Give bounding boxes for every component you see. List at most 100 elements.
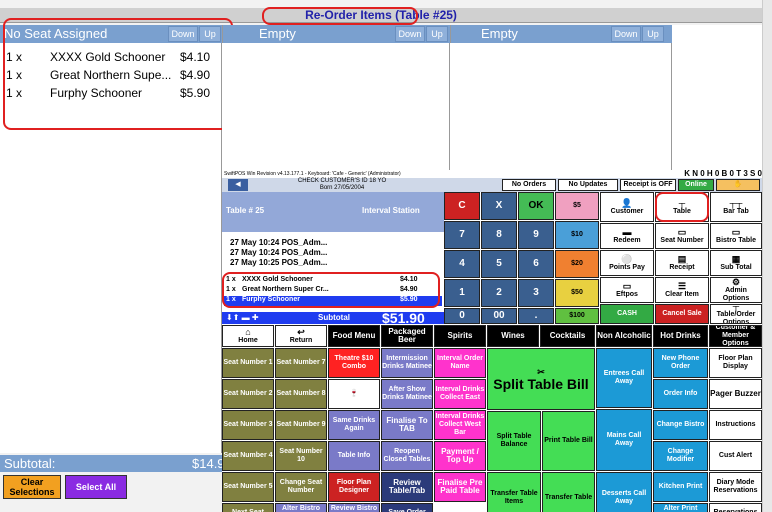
customer-member-options-button[interactable]: Customer & Member Options (709, 325, 762, 347)
note-10-icon[interactable]: $10 (555, 221, 599, 249)
bistro-table-button[interactable]: ▭ Bistro Table (710, 223, 762, 249)
interval-collect-east-button[interactable]: Interval Drinks Collect East (434, 379, 486, 409)
seat-pane-3[interactable] (450, 43, 672, 170)
down-button[interactable]: Down (395, 26, 425, 42)
floor-plan-display-button[interactable]: Floor Plan Display (709, 348, 762, 378)
seat-pane-2[interactable] (222, 43, 450, 170)
change-modifier-button[interactable]: Change Modifier (653, 441, 708, 471)
points-pay-button[interactable]: ⚪ Points Pay (600, 250, 654, 276)
keypad-cancel[interactable]: X (481, 192, 517, 220)
after-show-drinks-button[interactable]: After Show Drinks Matinee (381, 379, 433, 409)
cancel-sale-button[interactable]: Cancel Sale (655, 304, 709, 324)
desserts-call-away-button[interactable]: Desserts Call Away (596, 472, 652, 512)
interval-collect-west-button[interactable]: Interval Drinks Collect West Bar (434, 410, 486, 440)
interval-order-name-button[interactable]: Interval Order Name (434, 348, 486, 378)
order-info-button[interactable]: Order Info (653, 379, 708, 409)
alter-print-group-button[interactable]: Alter Print Group (653, 503, 708, 512)
sub-total-button[interactable]: ▦ Sub Total (710, 250, 762, 276)
keypad-5[interactable]: 5 (481, 250, 517, 278)
seat-number-3-button[interactable]: Seat Number 3 (222, 410, 274, 440)
keypad-00[interactable]: 00 (481, 308, 517, 324)
save-order-button[interactable]: Save Order (381, 503, 433, 512)
select-all-button[interactable]: Select All (65, 475, 127, 499)
seat-number-4-button[interactable]: Seat Number 4 (222, 441, 274, 471)
keypad-3[interactable]: 3 (518, 279, 554, 307)
note-50-icon[interactable]: $50 (555, 279, 599, 307)
kitchen-print-button[interactable]: Kitchen Print (653, 472, 708, 502)
bar-tab-button[interactable]: ┬┬ Bar Tab (710, 192, 762, 222)
note-5-icon[interactable]: $5 (555, 192, 599, 220)
seat-number-7-button[interactable]: Seat Number 7 (275, 348, 327, 378)
new-phone-order-button[interactable]: New Phone Order (653, 348, 708, 378)
diary-mode-reservations-button[interactable]: Diary Mode Reservations (709, 472, 762, 502)
keypad-0[interactable]: 0 (444, 308, 480, 324)
seat-number-5-button[interactable]: Seat Number 5 (222, 472, 274, 502)
food-menu-button[interactable]: Food Menu (328, 325, 380, 347)
back-icon[interactable]: ◀ (228, 179, 248, 191)
packaged-beer-button[interactable]: Packaged Beer (381, 325, 433, 347)
wines-button[interactable]: Wines (487, 325, 539, 347)
scrollbar[interactable] (762, 0, 772, 512)
review-table-tab-button[interactable]: Review Table/Tab (381, 472, 433, 502)
cash-button[interactable]: CASH (600, 304, 654, 324)
transfer-table-button[interactable]: Transfer Table (542, 472, 595, 512)
keypad-clear[interactable]: C (444, 192, 480, 220)
receipt-button[interactable]: ▤ Receipt (655, 250, 709, 276)
keypad-7[interactable]: 7 (444, 221, 480, 249)
down-button[interactable]: Down (611, 26, 641, 42)
keypad-1[interactable]: 1 (444, 279, 480, 307)
hot-drinks-button[interactable]: Hot Drinks (653, 325, 708, 347)
finalise-to-tab-button[interactable]: Finalise To TAB (381, 410, 433, 440)
split-table-bill-button[interactable]: ✂ Split Table Bill (487, 348, 595, 410)
table-order-options-button[interactable]: ┬ Table/Order Options (710, 304, 762, 324)
cocktails-button[interactable]: Cocktails (540, 325, 595, 347)
reopen-closed-tables-button[interactable]: Reopen Closed Tables (381, 441, 433, 471)
eftpos-button[interactable]: ▭ Eftpos (600, 277, 654, 303)
reservations-button[interactable]: Reservations (709, 503, 762, 512)
non-alcoholic-button[interactable]: Non Alcoholic (596, 325, 652, 347)
keypad-9[interactable]: 9 (518, 221, 554, 249)
seat-number-2-button[interactable]: Seat Number 2 (222, 379, 274, 409)
return-button[interactable]: ↩ Return (275, 325, 327, 347)
up-button[interactable]: Up (642, 26, 664, 42)
keypad-2[interactable]: 2 (481, 279, 517, 307)
keypad-8[interactable]: 8 (481, 221, 517, 249)
review-bistro-table-button[interactable]: Review Bistro Table (328, 503, 380, 512)
home-button[interactable]: ⌂ Home (222, 325, 274, 347)
up-button[interactable]: Up (426, 26, 448, 42)
seat-number-10-button[interactable]: Seat Number 10 (275, 441, 327, 471)
admin-options-button[interactable]: ⚙ Admin Options (710, 277, 762, 303)
print-table-bill-button[interactable]: Print Table Bill (542, 411, 595, 471)
payment-top-up-button[interactable]: Payment / Top Up (434, 441, 486, 471)
note-100-icon[interactable]: $100 (555, 308, 599, 324)
entrees-call-away-button[interactable]: Entrees Call Away (596, 348, 652, 408)
clear-selections-button[interactable]: Clear Selections (3, 475, 61, 499)
mains-call-away-button[interactable]: Mains Call Away (596, 409, 652, 471)
customer-button[interactable]: 👤 Customer (600, 192, 654, 222)
table-info-button[interactable]: Table Info (328, 441, 380, 471)
change-bistro-button[interactable]: Change Bistro (653, 410, 708, 440)
next-seat-button[interactable]: Next Seat (222, 503, 274, 512)
hand-icon[interactable]: ✋ (716, 179, 760, 191)
keypad-6[interactable]: 6 (518, 250, 554, 278)
clear-item-button[interactable]: ☰ Clear Item (655, 277, 709, 303)
note-20-icon[interactable]: $20 (555, 250, 599, 278)
split-table-balance-button[interactable]: Split Table Balance (487, 411, 541, 471)
seat-number-8-button[interactable]: Seat Number 8 (275, 379, 327, 409)
spirits-button[interactable]: Spirits (434, 325, 486, 347)
cust-alert-button[interactable]: Cust Alert (709, 441, 762, 471)
floor-plan-designer-button[interactable]: Floor Plan Designer (328, 472, 380, 502)
keypad-4[interactable]: 4 (444, 250, 480, 278)
order-icons[interactable]: ⬇⬆ ▬ ✚ (226, 313, 259, 322)
keypad-ok[interactable]: OK (518, 192, 554, 220)
pager-buzzer-button[interactable]: Pager Buzzer (709, 379, 762, 409)
change-seat-number-button[interactable]: Change Seat Number (275, 472, 327, 502)
transfer-table-items-button[interactable]: Transfer Table Items (487, 472, 541, 512)
theatre-combo-button[interactable]: Theatre $10 Combo (328, 348, 380, 378)
seat-number-9-button[interactable]: Seat Number 9 (275, 410, 327, 440)
alter-bistro-table-button[interactable]: Alter Bistro Table (275, 503, 327, 512)
instructions-button[interactable]: Instructions (709, 410, 762, 440)
keypad-decimal[interactable]: . (518, 308, 554, 324)
redeem-button[interactable]: ▬ Redeem (600, 223, 654, 249)
intermission-drinks-button[interactable]: Intermission Drinks Matinee (381, 348, 433, 378)
